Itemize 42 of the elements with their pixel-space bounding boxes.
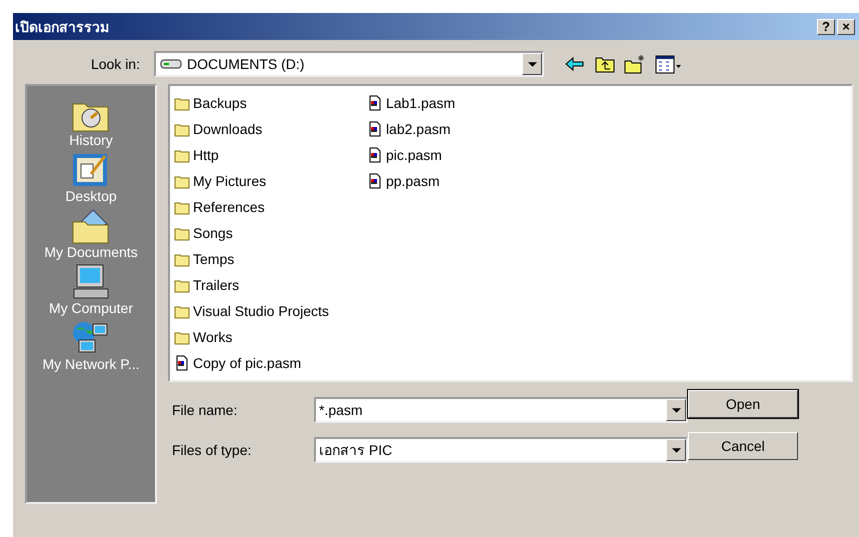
file-item[interactable]: Trailers	[174, 272, 349, 298]
look-in-dropdown[interactable]: DOCUMENTS (D:)	[154, 51, 544, 77]
close-button[interactable]: ×	[837, 18, 855, 34]
places-item[interactable]: History	[69, 96, 113, 148]
file-item[interactable]: pp.pasm	[366, 168, 476, 194]
document-icon	[366, 173, 383, 189]
places-item[interactable]: My Computer	[48, 264, 134, 316]
places-item[interactable]: My Network P...	[42, 320, 140, 372]
file-name-label: File name:	[171, 402, 238, 418]
document-icon	[366, 95, 383, 111]
file-item[interactable]: My Pictures	[174, 168, 349, 194]
new-folder-icon[interactable]	[624, 54, 646, 74]
window-title: เปิดเอกสารรวม	[15, 18, 110, 38]
document-icon	[174, 355, 190, 371]
cancel-button[interactable]: Cancel	[688, 432, 798, 460]
document-icon	[366, 147, 383, 163]
file-type-dropdown[interactable]: เอกสาร PIC	[314, 437, 688, 463]
look-in-label: Look in:	[90, 56, 141, 72]
file-item[interactable]: lab2.pasm	[366, 116, 476, 142]
help-button[interactable]: ?	[817, 18, 835, 34]
computer-icon	[71, 264, 111, 300]
places-item[interactable]: My Documents	[44, 208, 138, 260]
file-item[interactable]: Copy of pic.pasm	[174, 350, 349, 376]
back-arrow-icon[interactable]	[564, 54, 586, 74]
file-item[interactable]: Works	[174, 324, 349, 350]
places-item[interactable]: Desktop	[65, 152, 117, 204]
document-icon	[366, 121, 383, 137]
view-menu-icon[interactable]	[654, 54, 682, 74]
drive-icon	[160, 58, 182, 70]
file-item[interactable]: Temps	[174, 246, 349, 272]
file-item[interactable]: Downloads	[174, 116, 349, 142]
open-button[interactable]: Open	[688, 390, 798, 418]
file-name-field[interactable]: *.pasm	[314, 397, 688, 423]
file-item[interactable]: Visual Studio Projects	[174, 298, 349, 324]
file-item[interactable]: Backups	[174, 90, 349, 116]
document-folder-icon	[70, 208, 111, 244]
file-item[interactable]: Http	[174, 142, 349, 168]
file-item[interactable]: pic.pasm	[366, 142, 476, 168]
file-item[interactable]: Lab1.pasm	[366, 90, 476, 116]
file-item[interactable]: Songs	[174, 220, 349, 246]
file-type-label: Files of type:	[171, 442, 252, 458]
file-item[interactable]: References	[174, 194, 349, 220]
